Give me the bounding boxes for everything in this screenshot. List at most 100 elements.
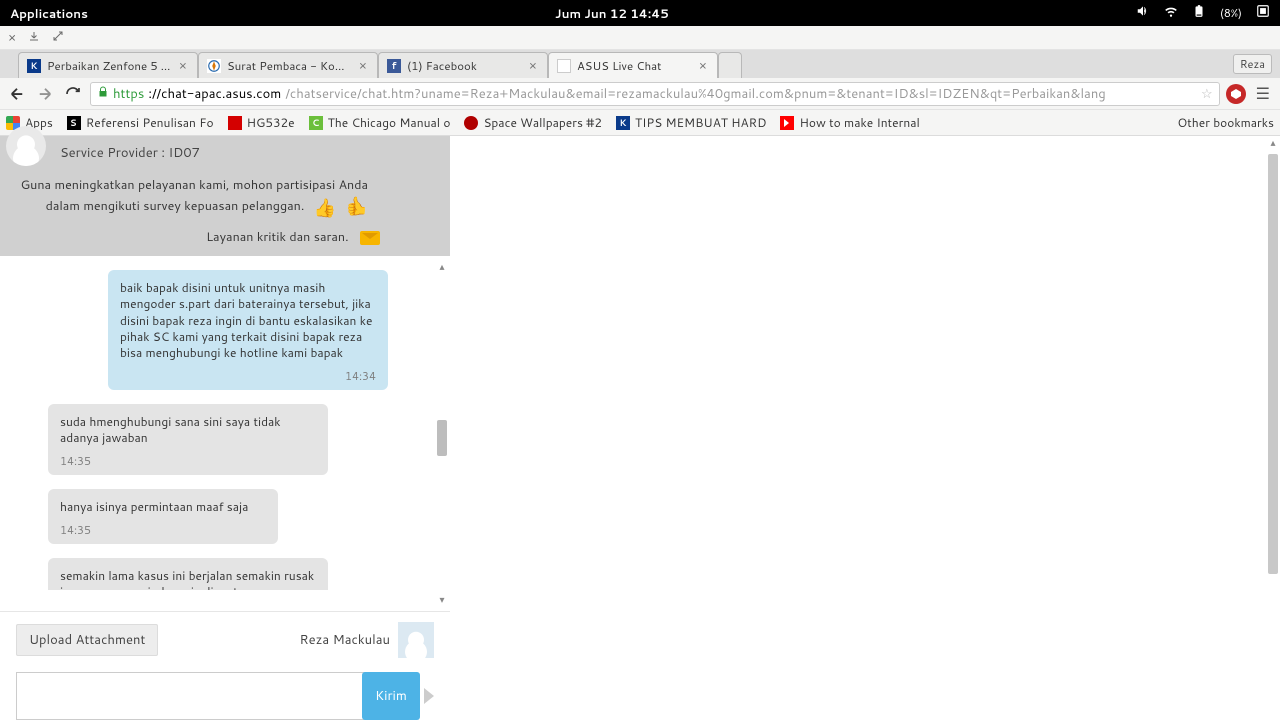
tab-asus-chat[interactable]: ASUS Live Chat × xyxy=(548,52,718,78)
url-host: ://chat-apac.asus.com xyxy=(148,85,281,103)
bookmark-item[interactable]: HG532e xyxy=(228,114,295,131)
tab-label: Perbaikan Zenfone 5 di AS xyxy=(47,57,173,74)
speech-pointer-icon xyxy=(424,688,434,704)
upload-attachment-button[interactable]: Upload Attachment xyxy=(16,624,158,656)
bookmark-favicon-icon: K xyxy=(616,116,630,130)
mail-icon[interactable] xyxy=(360,231,380,245)
reload-button[interactable] xyxy=(62,83,84,105)
message-text: suda hmenghubungi sana sini saya tidak a… xyxy=(60,414,316,446)
browser-toolbar: https://chat-apac.asus.com/chatservice/c… xyxy=(0,78,1280,110)
tab-close-icon[interactable]: × xyxy=(699,57,707,75)
bookmark-favicon-icon xyxy=(780,116,794,130)
bookmark-label: TIPS MEMBUAT HARD xyxy=(635,114,766,131)
system-menu-icon[interactable] xyxy=(1256,4,1270,22)
tab-close-icon[interactable]: × xyxy=(529,57,537,75)
chat-panel: Service Provider : ID07 Guna meningkatka… xyxy=(0,136,450,720)
bookmark-favicon-icon: C xyxy=(309,116,323,130)
window-minimize-icon[interactable] xyxy=(28,29,40,47)
bookmark-item[interactable]: K TIPS MEMBUAT HARD xyxy=(616,114,766,131)
bookmark-label: The Chicago Manual o xyxy=(328,114,451,131)
send-button[interactable]: Kirim xyxy=(362,672,420,720)
tab-label: Surat Pembaca - Kompas xyxy=(227,57,353,74)
other-bookmarks[interactable]: Other bookmarks xyxy=(1172,114,1274,131)
bookmark-label: How to make Internal xyxy=(799,114,919,131)
bookmark-item[interactable]: Space Wallpapers #2 xyxy=(464,114,602,131)
tab-close-icon[interactable]: × xyxy=(179,57,187,75)
bookmark-label: Referensi Penulisan Fo xyxy=(86,114,214,131)
favicon-page-icon xyxy=(557,59,571,73)
feedback-text: Layanan kritik dan saran. xyxy=(206,228,348,246)
window-controls: × xyxy=(0,26,1280,50)
lock-icon xyxy=(97,85,109,102)
message-time: 14:35 xyxy=(60,454,316,469)
tab-kompas[interactable]: Surat Pembaca - Kompas × xyxy=(198,52,378,78)
new-tab-button[interactable] xyxy=(718,52,742,78)
tab-close-icon[interactable]: × xyxy=(359,57,367,75)
survey-text: Guna meningkatkan pelayanan kami, mohon … xyxy=(12,176,438,220)
tab-facebook[interactable]: f (1) Facebook × xyxy=(378,52,548,78)
message-text: baik bapak disini untuk unitnya masih me… xyxy=(120,280,376,361)
service-provider: Service Provider : ID07 xyxy=(12,144,438,162)
other-bookmarks-label: Other bookmarks xyxy=(1177,114,1274,131)
message-text: hanya isinya permintaan maaf saja xyxy=(60,499,266,515)
favicon-facebook-icon: f xyxy=(387,59,401,73)
page-blank-area: ▴ xyxy=(450,136,1280,720)
user-avatar-icon xyxy=(398,622,434,658)
message-user: hanya isinya permintaan maaf saja 14:35 xyxy=(48,489,278,544)
agent-avatar-icon xyxy=(6,126,46,166)
battery-percent: (8%) xyxy=(1220,5,1242,21)
back-button[interactable] xyxy=(6,83,28,105)
favicon-kompas-icon xyxy=(207,59,221,73)
bookmark-label: Space Wallpapers #2 xyxy=(483,114,602,131)
browser-tabstrip: K Perbaikan Zenfone 5 di AS × Surat Pemb… xyxy=(0,50,1280,78)
wifi-icon[interactable] xyxy=(1164,4,1178,22)
page-content: Service Provider : ID07 Guna meningkatka… xyxy=(0,136,1280,720)
url-path: /chatservice/chat.htm?uname=Reza+Mackula… xyxy=(285,85,1105,103)
browser-menu-icon[interactable]: ☰ xyxy=(1252,82,1274,105)
applications-menu[interactable]: Applications xyxy=(10,5,88,22)
tab-label: (1) Facebook xyxy=(407,57,523,74)
tab-label: ASUS Live Chat xyxy=(577,57,693,74)
address-bar[interactable]: https://chat-apac.asus.com/chatservice/c… xyxy=(90,82,1220,106)
volume-icon[interactable] xyxy=(1136,4,1150,22)
page-scrollbar[interactable]: ▴ xyxy=(1266,136,1280,720)
bookmarks-bar: Apps Referensi Penulisan Fo HG532e CThe … xyxy=(0,110,1280,136)
clock[interactable]: Jum Jun 12 14:45 xyxy=(555,5,669,22)
chat-scrollbar[interactable]: ▴ ▾ xyxy=(436,260,448,607)
thumbs-down-icon[interactable]: 👎 xyxy=(346,194,368,220)
chat-messages: baik bapak disini untuk unitnya masih me… xyxy=(0,256,450,611)
os-topbar: Applications Jum Jun 12 14:45 (8%) xyxy=(0,0,1280,26)
message-text: semakin lama kasus ini berjalan semakin … xyxy=(60,568,316,590)
favicon-kaskus-icon: K xyxy=(27,59,41,73)
thumbs-up-icon[interactable]: 👍 xyxy=(314,194,336,220)
profile-badge[interactable]: Reza xyxy=(1233,54,1272,74)
message-time: 14:35 xyxy=(60,523,266,538)
bookmark-favicon-icon xyxy=(228,116,242,130)
tab-perbaikan[interactable]: K Perbaikan Zenfone 5 di AS × xyxy=(18,52,198,78)
bookmark-item[interactable]: C The Chicago Manual o xyxy=(309,114,451,131)
current-user-name: Reza Mackulau xyxy=(299,631,390,649)
bookmark-favicon-icon xyxy=(464,116,478,130)
scroll-thumb[interactable] xyxy=(1268,154,1278,574)
forward-button[interactable] xyxy=(34,83,56,105)
message-user: suda hmenghubungi sana sini saya tidak a… xyxy=(48,404,328,475)
scroll-down-icon[interactable]: ▾ xyxy=(436,593,448,607)
message-input[interactable] xyxy=(16,672,365,720)
window-close-icon[interactable]: × xyxy=(8,29,16,47)
message-agent: baik bapak disini untuk unitnya masih me… xyxy=(108,270,388,390)
scroll-up-icon[interactable]: ▴ xyxy=(1270,136,1275,150)
extension-adblock-icon[interactable] xyxy=(1226,84,1246,104)
scroll-thumb[interactable] xyxy=(437,420,447,456)
bookmark-item[interactable]: Referensi Penulisan Fo xyxy=(67,114,214,131)
scroll-up-icon[interactable]: ▴ xyxy=(436,260,448,274)
battery-icon[interactable] xyxy=(1192,4,1206,22)
window-maximize-icon[interactable] xyxy=(52,29,64,47)
url-protocol: https xyxy=(113,85,144,103)
bookmark-favicon-icon xyxy=(67,116,81,130)
message-time: 14:34 xyxy=(120,369,376,384)
chat-footer: Upload Attachment Reza Mackulau Kirim xyxy=(0,611,450,720)
bookmark-label: HG532e xyxy=(247,114,295,131)
bookmark-star-icon[interactable]: ☆ xyxy=(1201,85,1213,103)
bookmark-item[interactable]: How to make Internal xyxy=(780,114,919,131)
message-user: semakin lama kasus ini berjalan semakin … xyxy=(48,558,328,590)
